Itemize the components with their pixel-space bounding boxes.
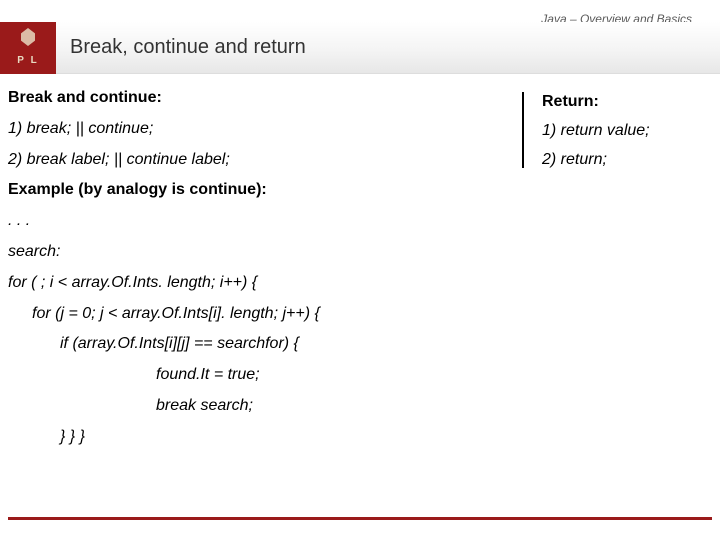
university-logo: P L [0,22,56,74]
footer-rule [8,517,712,520]
left-item-1: 1) break; || continue; [8,117,483,142]
code-line-closing: } } } [8,425,483,450]
left-heading: Break and continue: [8,86,483,111]
logo-letters: P L [17,55,38,66]
title-row: P L Break, continue and return [0,22,720,74]
right-column: Return: 1) return value; 2) return; [542,88,712,174]
column-divider [522,92,524,168]
left-item-2: 2) break label; || continue label; [8,148,483,173]
code-line-break: break search; [8,394,483,419]
right-item-2: 2) return; [542,146,712,175]
example-heading: Example (by analogy is continue): [8,178,483,203]
code-line-for-outer: for ( ; i < array.Of.Ints. length; i++) … [8,271,483,296]
code-line-found: found.It = true; [8,363,483,388]
slide-title: Break, continue and return [56,22,720,74]
code-line-if: if (array.Of.Ints[i][j] == searchfor) { [8,332,483,357]
right-item-1: 1) return value; [542,117,712,146]
right-heading: Return: [542,88,712,117]
slide-body: Break and continue: 1) break; || continu… [8,86,712,456]
code-line-for-inner: for (j = 0; j < array.Of.Ints[i]. length… [8,302,483,327]
code-line-ellipsis: . . . [8,209,483,234]
code-line-label: search: [8,240,483,265]
left-column: Break and continue: 1) break; || continu… [8,86,483,456]
